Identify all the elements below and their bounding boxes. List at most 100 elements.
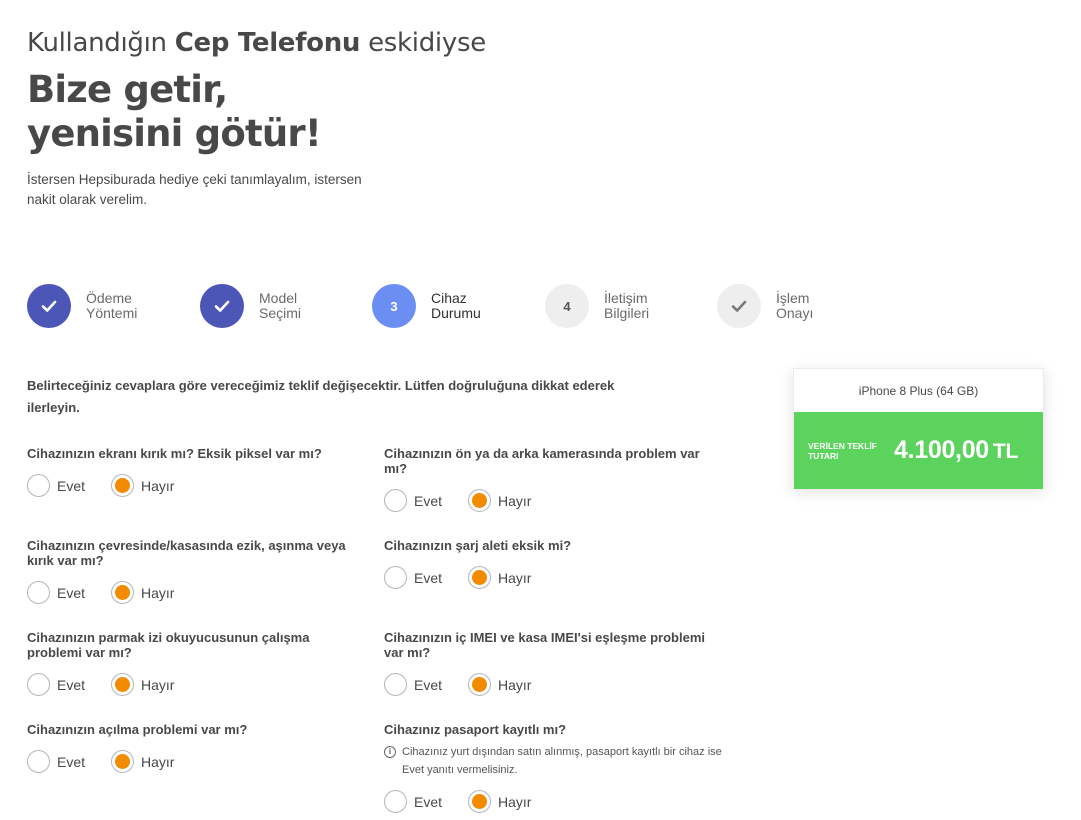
question-power-on: Cihazınızın açılma problemi var mı? Evet… <box>27 722 367 773</box>
option-evet[interactable]: Evet <box>384 673 442 696</box>
offer-amount: 4.100,00 TL <box>894 436 1018 465</box>
radio-button[interactable] <box>27 474 50 497</box>
info-note-text: Cihazınız yurt dışından satın alınmış, p… <box>402 746 722 776</box>
option-label: Evet <box>414 492 443 509</box>
hero-description: İstersen Hepsiburada hediye çeki tanımla… <box>27 172 362 207</box>
step-circle <box>717 284 761 328</box>
answer-options: Evet Hayır <box>27 750 367 773</box>
option-label: Hayır <box>141 676 175 693</box>
info-icon: i <box>384 746 396 758</box>
radio-button[interactable] <box>468 566 492 589</box>
option-evet[interactable]: Evet <box>27 750 85 773</box>
option-label: Evet <box>57 584 86 601</box>
info-note: i Cihazınız yurt dışından satın alınmış,… <box>384 743 724 779</box>
step-circle <box>200 284 244 328</box>
question-imei-match: Cihazınızın iç IMEI ve kasa IMEI'si eşle… <box>384 630 724 696</box>
step-label: Model Seçimi <box>259 290 302 321</box>
question-camera-problem: Cihazınızın ön ya da arka kamerasında pr… <box>384 446 724 512</box>
answer-options: Evet Hayır <box>384 489 724 512</box>
option-evet[interactable]: Evet <box>27 474 85 497</box>
option-evet[interactable]: Evet <box>384 566 442 589</box>
step-circle: 3 <box>372 284 416 328</box>
option-hayir[interactable]: Hayır <box>468 566 531 589</box>
step-cihaz-durumu: 3 Cihaz Durumu <box>372 284 511 328</box>
progress-stepper: Ödeme Yöntemi Model Seçimi 3 Cihaz Durum… <box>27 284 887 328</box>
option-evet[interactable]: Evet <box>27 581 85 604</box>
radio-button[interactable] <box>111 474 135 497</box>
intro-text: Belirteceğiniz cevaplara göre vereceğimi… <box>27 378 615 415</box>
option-evet[interactable]: Evet <box>27 673 85 696</box>
question-text: Cihazınızın iç IMEI ve kasa IMEI'si eşle… <box>384 630 705 660</box>
question-charger-missing: Cihazınızın şarj aleti eksik mi? Evet Ha… <box>384 538 724 589</box>
option-hayir[interactable]: Hayır <box>111 750 174 773</box>
step-iletisim-bilgileri: 4 İletişim Bilgileri <box>545 284 684 328</box>
option-label: Evet <box>414 793 443 810</box>
step-label: İşlem Onayı <box>776 290 814 321</box>
check-icon <box>41 300 57 312</box>
step-circle <box>27 284 71 328</box>
answer-options: Evet Hayır <box>27 474 367 497</box>
radio-button[interactable] <box>468 673 492 696</box>
offer-caption: VERİLEN TEKLİF TUTARI <box>808 440 877 461</box>
hero-title-line1: Bize getir, <box>27 68 228 111</box>
radio-button[interactable] <box>468 790 492 813</box>
step-circle: 4 <box>545 284 589 328</box>
option-label: Evet <box>57 753 86 770</box>
radio-button[interactable] <box>384 566 407 589</box>
option-label: Hayır <box>141 584 175 601</box>
option-hayir[interactable]: Hayır <box>468 489 531 512</box>
option-hayir[interactable]: Hayır <box>111 673 174 696</box>
radio-button[interactable] <box>111 581 135 604</box>
option-label: Hayır <box>498 793 532 810</box>
step-label: Ödeme Yöntemi <box>86 290 138 321</box>
offer-value: 4.100,00 <box>894 436 989 464</box>
option-hayir[interactable]: Hayır <box>468 790 531 813</box>
option-hayir[interactable]: Hayır <box>111 581 174 604</box>
offer-amount-box: VERİLEN TEKLİF TUTARI 4.100,00 TL <box>794 412 1043 489</box>
device-model: iPhone 8 Plus (64 GB) <box>858 383 979 398</box>
hero-title: Bize getir, yenisini götür! <box>27 68 322 156</box>
answer-options: Evet Hayır <box>384 790 724 813</box>
answer-options: Evet Hayır <box>27 581 367 604</box>
radio-button[interactable] <box>27 581 50 604</box>
step-odeme-yontemi[interactable]: Ödeme Yöntemi <box>27 284 166 328</box>
radio-button[interactable] <box>27 750 50 773</box>
option-label: Hayır <box>498 569 532 586</box>
option-hayir[interactable]: Hayır <box>468 673 531 696</box>
hero-line1: Kullandığın Cep Telefonu eskidiyse <box>27 28 486 58</box>
radio-button[interactable] <box>384 673 407 696</box>
answer-options: Evet Hayır <box>27 673 367 696</box>
question-text: Cihazınız pasaport kayıtlı mı? <box>384 722 567 737</box>
question-passport-registered: Cihazınız pasaport kayıtlı mı? i Cihazın… <box>384 722 724 813</box>
step-model-secimi[interactable]: Model Seçimi <box>200 284 339 328</box>
option-label: Hayır <box>141 753 175 770</box>
option-evet[interactable]: Evet <box>384 489 442 512</box>
option-evet[interactable]: Evet <box>384 790 442 813</box>
question-text: Cihazınızın ekranı kırık mı? Eksik pikse… <box>27 446 322 461</box>
option-label: Evet <box>414 676 443 693</box>
option-label: Hayır <box>498 492 532 509</box>
hero-category: Cep Telefonu <box>174 28 361 58</box>
radio-button[interactable] <box>384 790 407 813</box>
check-icon <box>731 300 747 312</box>
radio-button[interactable] <box>468 489 492 512</box>
radio-button[interactable] <box>111 673 135 696</box>
radio-button[interactable] <box>27 673 50 696</box>
option-label: Evet <box>57 477 86 494</box>
question-text: Cihazınızın şarj aleti eksik mi? <box>384 538 572 553</box>
question-text: Cihazınızın çevresinde/kasasında ezik, a… <box>27 538 346 568</box>
radio-button[interactable] <box>384 489 407 512</box>
step-label: İletişim Bilgileri <box>604 290 650 321</box>
radio-button[interactable] <box>111 750 135 773</box>
offer-currency: TL <box>992 440 1018 463</box>
option-label: Evet <box>414 569 443 586</box>
question-case-damage: Cihazınızın çevresinde/kasasında ezik, a… <box>27 538 367 604</box>
option-hayir[interactable]: Hayır <box>111 474 174 497</box>
step-islem-onayi: İşlem Onayı <box>717 284 856 328</box>
option-label: Hayır <box>498 676 532 693</box>
question-screen-broken: Cihazınızın ekranı kırık mı? Eksik pikse… <box>27 446 367 497</box>
option-label: Evet <box>57 676 86 693</box>
question-text: Cihazınızın ön ya da arka kamerasında pr… <box>384 446 700 476</box>
answer-options: Evet Hayır <box>384 673 724 696</box>
check-icon <box>214 300 230 312</box>
